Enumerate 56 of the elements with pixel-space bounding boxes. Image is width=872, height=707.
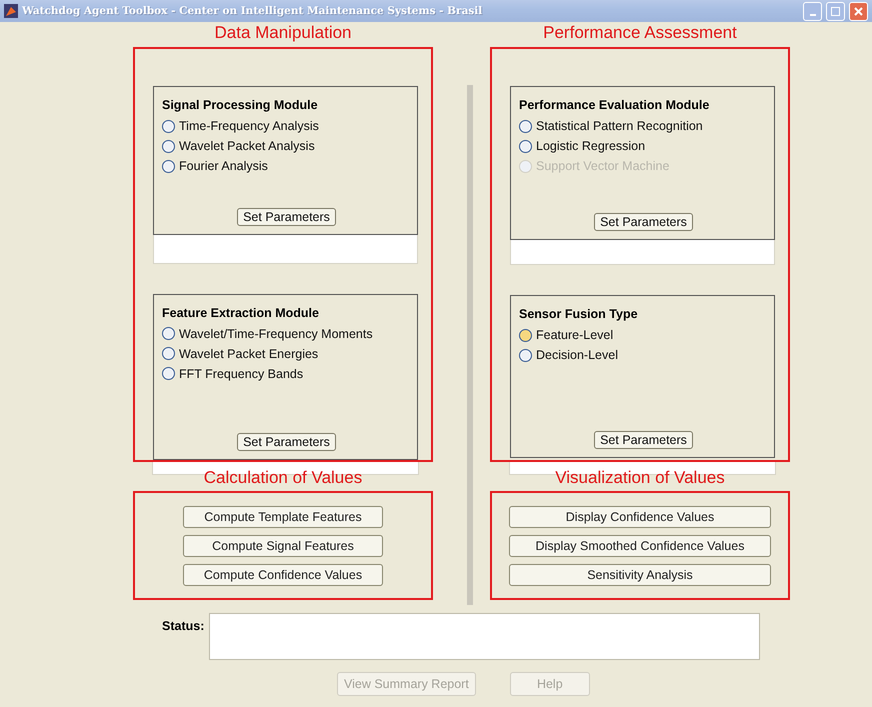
option-label: Decision-Level [536, 348, 618, 362]
option-label: Wavelet Packet Energies [179, 346, 318, 361]
radio-option[interactable]: Time-Frequency Analysis [162, 116, 411, 136]
option-label: FFT Frequency Bands [179, 366, 304, 381]
close-button[interactable] [849, 2, 868, 20]
radio-option[interactable]: Wavelet/Time-Frequency Moments [162, 324, 411, 344]
action-button[interactable]: Display Confidence Values [509, 506, 771, 528]
option-label: Time-Frequency Analysis [179, 119, 319, 133]
panel-title: Feature Extraction Module [162, 306, 320, 320]
status-label: Status: [162, 619, 204, 633]
radio-button[interactable] [519, 348, 532, 362]
radio-option[interactable]: Fourier Analysis [162, 156, 411, 176]
radio-button[interactable] [162, 160, 175, 172]
radio-button[interactable] [162, 140, 175, 152]
panel-title: Performance Evaluation Module [519, 98, 710, 112]
radio-option[interactable]: Wavelet Packet Energies [162, 344, 411, 364]
action-button[interactable]: Compute Template Features [183, 506, 383, 528]
status-field[interactable] [209, 613, 760, 660]
action-button[interactable]: Compute Signal Features [183, 534, 383, 556]
option-label: Statistical Pattern Recognition [536, 119, 703, 133]
maximize-icon [831, 6, 840, 16]
minimize-icon [810, 14, 816, 16]
option-label: Feature-Level [536, 328, 614, 342]
section-heading: Performance Assessment [543, 22, 737, 44]
set-parameters-button[interactable]: Set Parameters [594, 431, 693, 449]
radio-button[interactable] [519, 140, 532, 152]
set-parameters-button[interactable]: Set Parameters [237, 433, 336, 452]
panel-title: Signal Processing Module [162, 98, 319, 112]
radio-button[interactable] [162, 120, 175, 132]
section-heading: Visualization of Values [555, 469, 725, 489]
set-parameters-button[interactable]: Set Parameters [237, 208, 336, 226]
radio-button[interactable] [519, 120, 532, 132]
option-label: Wavelet/Time-Frequency Moments [179, 326, 373, 341]
radio-option[interactable]: FFT Frequency Bands [162, 364, 411, 384]
section-heading: Data Manipulation [214, 22, 352, 44]
radio-option[interactable]: Feature-Level [519, 325, 768, 345]
action-button[interactable]: Compute Confidence Values [183, 564, 383, 586]
option-label: Wavelet Packet Analysis [179, 139, 315, 153]
radio-button[interactable] [162, 327, 175, 340]
option-label: Fourier Analysis [179, 159, 268, 173]
radio-button[interactable] [162, 347, 175, 360]
action-button[interactable]: Display Smoothed Confidence Values [509, 534, 771, 556]
radio-button[interactable] [519, 328, 532, 342]
window-title: Watchdog Agent Toolbox - Center on Intelligent Maintenance Systems - Brasil [22, 5, 484, 17]
close-icon [854, 6, 863, 16]
radio-option[interactable]: Decision-Level [519, 345, 768, 365]
panel-title: Sensor Fusion Type [519, 307, 639, 321]
option-label: Logistic Regression [536, 139, 646, 153]
radio-button[interactable] [162, 367, 175, 380]
section-heading: Calculation of Values [204, 469, 362, 489]
radio-option[interactable]: Logistic Regression [519, 136, 768, 156]
radio-option[interactable]: Wavelet Packet Analysis [162, 136, 411, 156]
app-logo-icon [4, 4, 18, 18]
action-button[interactable]: Sensitivity Analysis [509, 564, 771, 586]
set-parameters-button[interactable]: Set Parameters [594, 213, 693, 231]
radio-option[interactable]: Statistical Pattern Recognition [519, 116, 768, 136]
